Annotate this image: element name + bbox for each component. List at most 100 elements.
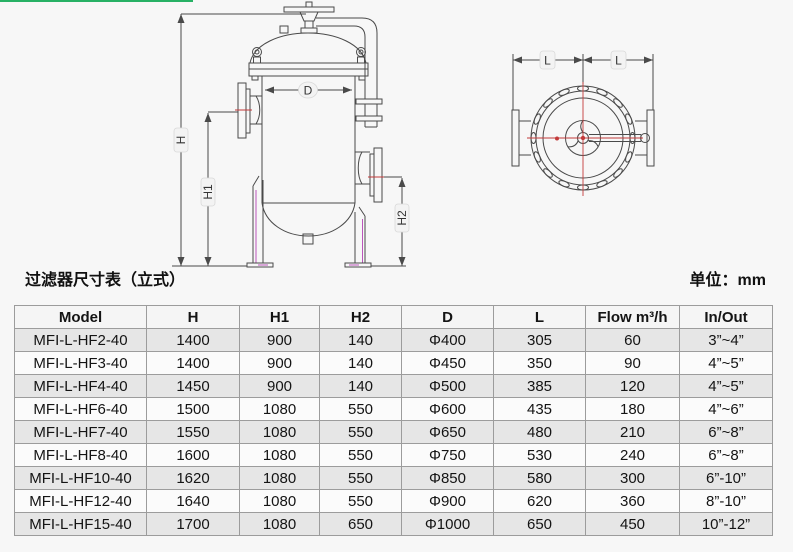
column-header: H1: [240, 306, 320, 329]
cell-d: Φ600: [402, 398, 494, 421]
cell-l: 435: [494, 398, 586, 421]
cell-d: Φ500: [402, 375, 494, 398]
column-header: In/Out: [680, 306, 773, 329]
cell-h: 1620: [147, 467, 240, 490]
cell-model: MFI-L-HF7-40: [15, 421, 147, 444]
cell-h2: 140: [320, 329, 402, 352]
table-row: MFI-L-HF12-4016401080550Φ9006203608”-10”: [15, 490, 773, 513]
table-row: MFI-L-HF15-4017001080650Φ100065045010”-1…: [15, 513, 773, 536]
table-row: MFI-L-HF7-4015501080550Φ6504802106”~8”: [15, 421, 773, 444]
cell-d: Φ900: [402, 490, 494, 513]
cell-l: 385: [494, 375, 586, 398]
filter-technical-drawing: H H1 H2: [0, 0, 793, 298]
cell-l: 350: [494, 352, 586, 375]
dimension-h2: H2: [371, 177, 409, 266]
cell-h2: 140: [320, 352, 402, 375]
cell-h2: 140: [320, 375, 402, 398]
table-row: MFI-L-HF2-401400900140Φ400305603”~4”: [15, 329, 773, 352]
table-row: MFI-L-HF3-401400900140Φ450350904”~5”: [15, 352, 773, 375]
cell-h: 1400: [147, 329, 240, 352]
cell-flow: 120: [586, 375, 680, 398]
cell-h1: 900: [240, 329, 320, 352]
cell-l: 650: [494, 513, 586, 536]
cell-h: 1700: [147, 513, 240, 536]
dimensions-table: ModelHH1H2DLFlow m³/hIn/Out MFI-L-HF2-40…: [14, 305, 773, 536]
table-header-row: ModelHH1H2DLFlow m³/hIn/Out: [15, 306, 773, 329]
column-header: Model: [15, 306, 147, 329]
dimension-h: H: [172, 14, 306, 266]
cell-flow: 240: [586, 444, 680, 467]
column-header: D: [402, 306, 494, 329]
dim-label-h2: H2: [395, 210, 409, 226]
column-header: H: [147, 306, 240, 329]
vessel-side-view: H H1 H2: [172, 2, 409, 267]
cell-h1: 900: [240, 352, 320, 375]
table-row: MFI-L-HF10-4016201080550Φ8505803006”-10”: [15, 467, 773, 490]
cell-flow: 360: [586, 490, 680, 513]
cell-model: MFI-L-HF12-40: [15, 490, 147, 513]
cell-in_out: 4”~6”: [680, 398, 773, 421]
cell-flow: 180: [586, 398, 680, 421]
cell-flow: 450: [586, 513, 680, 536]
cell-h1: 1080: [240, 398, 320, 421]
cell-h2: 550: [320, 490, 402, 513]
cell-h1: 1080: [240, 513, 320, 536]
cell-h2: 650: [320, 513, 402, 536]
lid-flange: [249, 63, 368, 80]
cell-l: 530: [494, 444, 586, 467]
cell-model: MFI-L-HF3-40: [15, 352, 147, 375]
cell-h2: 550: [320, 398, 402, 421]
cell-h1: 1080: [240, 421, 320, 444]
cell-h1: 1080: [240, 490, 320, 513]
inlet-nozzle: [235, 83, 262, 138]
dim-label-d: D: [304, 84, 313, 98]
cell-in_out: 6”~8”: [680, 444, 773, 467]
cell-d: Φ450: [402, 352, 494, 375]
dimension-d: D: [265, 82, 352, 98]
cell-in_out: 4”~5”: [680, 352, 773, 375]
cell-model: MFI-L-HF8-40: [15, 444, 147, 467]
support-legs: [247, 176, 371, 267]
cell-h: 1400: [147, 352, 240, 375]
cell-h: 1500: [147, 398, 240, 421]
vessel-dome: [250, 26, 366, 63]
dim-label-l-left: L: [544, 54, 551, 68]
cell-in_out: 4”~5”: [680, 375, 773, 398]
column-header: Flow m³/h: [586, 306, 680, 329]
column-header: H2: [320, 306, 402, 329]
cell-h: 1600: [147, 444, 240, 467]
cell-h: 1450: [147, 375, 240, 398]
cell-model: MFI-L-HF10-40: [15, 467, 147, 490]
cell-l: 580: [494, 467, 586, 490]
table-row: MFI-L-HF6-4015001080550Φ6004351804”~6”: [15, 398, 773, 421]
cell-in_out: 3”~4”: [680, 329, 773, 352]
table-row: MFI-L-HF8-4016001080550Φ7505302406”~8”: [15, 444, 773, 467]
cell-in_out: 10”-12”: [680, 513, 773, 536]
dim-label-h1: H1: [201, 184, 215, 200]
cell-h: 1550: [147, 421, 240, 444]
cell-in_out: 8”-10”: [680, 490, 773, 513]
table-body: MFI-L-HF2-401400900140Φ400305603”~4”MFI-…: [15, 329, 773, 536]
centerlines: [527, 82, 643, 196]
cell-d: Φ400: [402, 329, 494, 352]
cell-h: 1640: [147, 490, 240, 513]
cell-flow: 60: [586, 329, 680, 352]
cell-flow: 90: [586, 352, 680, 375]
dim-label-h: H: [174, 136, 188, 145]
dimension-h1: H1: [201, 112, 238, 266]
cell-model: MFI-L-HF6-40: [15, 398, 147, 421]
cell-in_out: 6”~8”: [680, 421, 773, 444]
cell-d: Φ750: [402, 444, 494, 467]
dim-label-l-right: L: [615, 54, 622, 68]
cell-h1: 1080: [240, 444, 320, 467]
cell-in_out: 6”-10”: [680, 467, 773, 490]
cell-h2: 550: [320, 421, 402, 444]
cell-l: 620: [494, 490, 586, 513]
column-header: L: [494, 306, 586, 329]
cell-model: MFI-L-HF4-40: [15, 375, 147, 398]
cell-l: 480: [494, 421, 586, 444]
cell-model: MFI-L-HF15-40: [15, 513, 147, 536]
cell-flow: 300: [586, 467, 680, 490]
datasheet-page: H H1 H2: [0, 0, 793, 552]
cell-flow: 210: [586, 421, 680, 444]
